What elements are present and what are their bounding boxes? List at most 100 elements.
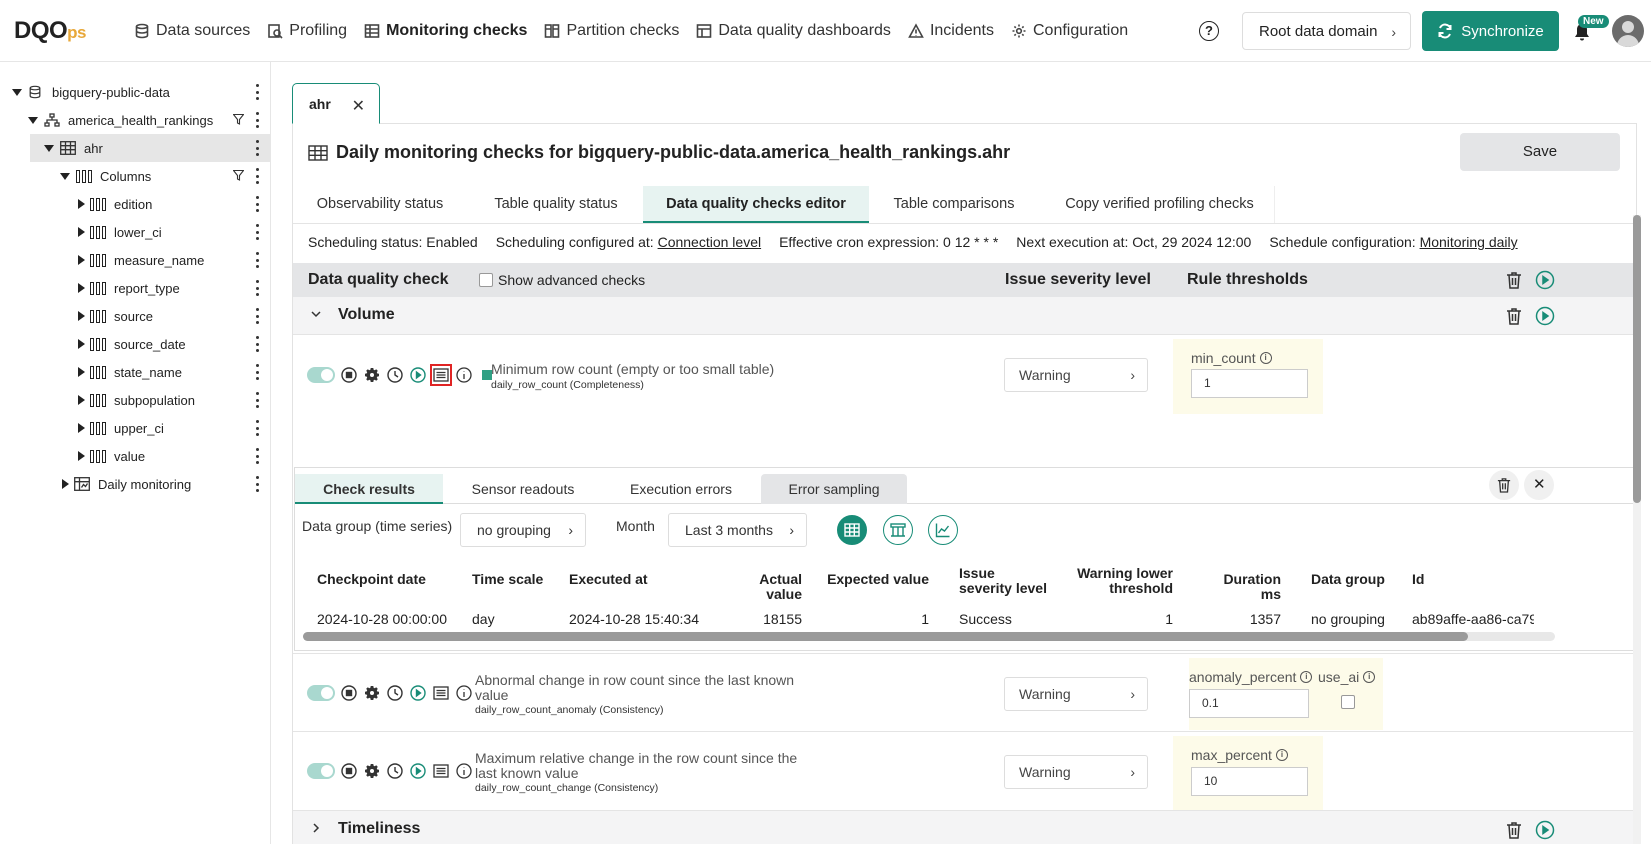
expand-triangle-icon[interactable] xyxy=(78,339,85,349)
nav-configuration[interactable]: Configuration xyxy=(1011,22,1128,40)
run-check-icon[interactable] xyxy=(409,762,427,780)
stop-icon[interactable] xyxy=(340,684,358,702)
kebab-menu-icon[interactable] xyxy=(256,140,260,156)
run-checks-icon[interactable] xyxy=(1535,820,1555,840)
results-list-icon[interactable] xyxy=(432,684,450,702)
info-icon[interactable] xyxy=(455,366,473,384)
kebab-menu-icon[interactable] xyxy=(256,252,260,268)
expand-triangle-icon[interactable] xyxy=(28,116,38,124)
timeline-view-button[interactable] xyxy=(883,515,913,545)
stop-icon[interactable] xyxy=(340,366,358,384)
enable-toggle[interactable] xyxy=(307,763,335,779)
connection-level-link[interactable]: Connection level xyxy=(658,234,762,250)
show-advanced-checks[interactable]: Show advanced checks xyxy=(479,272,645,288)
kebab-menu-icon[interactable] xyxy=(256,420,260,436)
severity-selector[interactable]: Warning › xyxy=(1004,677,1148,711)
tree-table-ahr[interactable]: ahr xyxy=(30,134,270,162)
expand-triangle-icon[interactable] xyxy=(12,88,22,96)
trash-icon[interactable] xyxy=(1506,821,1522,839)
nav-dashboards[interactable]: Data quality dashboards xyxy=(696,22,891,40)
results-list-icon[interactable] xyxy=(432,762,450,780)
severity-selector[interactable]: Warning › xyxy=(1004,358,1148,392)
table-view-button[interactable] xyxy=(837,515,867,545)
monitoring-daily-link[interactable]: Monitoring daily xyxy=(1420,234,1518,250)
expand-triangle-icon[interactable] xyxy=(78,199,85,209)
kebab-menu-icon[interactable] xyxy=(256,336,260,352)
run-check-icon[interactable] xyxy=(409,684,427,702)
data-group-dropdown[interactable]: no grouping › xyxy=(460,513,586,547)
kebab-menu-icon[interactable] xyxy=(256,84,260,100)
kebab-menu-icon[interactable] xyxy=(256,168,260,184)
tab-table-comparisons[interactable]: Table comparisons xyxy=(881,186,1027,223)
editor-tab-ahr[interactable]: ahr ✕ xyxy=(292,83,380,124)
filter-icon[interactable] xyxy=(233,114,244,125)
synchronize-button[interactable]: Synchronize xyxy=(1422,11,1559,51)
kebab-menu-icon[interactable] xyxy=(256,224,260,240)
dqops-logo[interactable]: DQOps xyxy=(14,17,87,45)
nav-profiling[interactable]: Profiling xyxy=(267,22,347,40)
tree-column[interactable]: source xyxy=(0,302,270,330)
tree-schema[interactable]: america_health_rankings xyxy=(0,106,270,134)
settings-icon[interactable] xyxy=(363,684,381,702)
kebab-menu-icon[interactable] xyxy=(256,196,260,212)
info-icon[interactable] xyxy=(455,762,473,780)
enable-toggle[interactable] xyxy=(307,367,335,383)
data-domain-selector[interactable]: Root data domain › xyxy=(1242,12,1411,50)
expand-triangle-icon[interactable] xyxy=(78,395,85,405)
tab-check-results[interactable]: Check results xyxy=(295,474,443,504)
tab-execution-errors[interactable]: Execution errors xyxy=(611,474,751,504)
chevron-down-icon[interactable] xyxy=(311,309,321,319)
severity-selector[interactable]: Warning › xyxy=(1004,755,1148,789)
clock-icon[interactable] xyxy=(386,366,404,384)
month-dropdown[interactable]: Last 3 months › xyxy=(668,513,807,547)
tab-sensor-readouts[interactable]: Sensor readouts xyxy=(453,474,593,504)
close-results-button[interactable]: ✕ xyxy=(1524,470,1554,500)
tab-copy-profiling-checks[interactable]: Copy verified profiling checks xyxy=(1045,186,1275,223)
tree-column[interactable]: upper_ci xyxy=(0,414,270,442)
nav-incidents[interactable]: Incidents xyxy=(908,22,994,40)
close-icon[interactable]: ✕ xyxy=(352,96,365,116)
tab-observability-status[interactable]: Observability status xyxy=(309,186,451,223)
chevron-right-icon[interactable] xyxy=(311,823,321,833)
max-percent-input[interactable]: 10 xyxy=(1191,767,1308,796)
kebab-menu-icon[interactable] xyxy=(256,112,260,128)
expand-triangle-icon[interactable] xyxy=(44,144,54,152)
clock-icon[interactable] xyxy=(386,762,404,780)
expand-triangle-icon[interactable] xyxy=(78,283,85,293)
advanced-checkbox[interactable] xyxy=(479,273,493,287)
enable-toggle[interactable] xyxy=(307,685,335,701)
expand-triangle-icon[interactable] xyxy=(78,311,85,321)
tree-columns-folder[interactable]: Columns xyxy=(0,162,270,190)
tree-column[interactable]: measure_name xyxy=(0,246,270,274)
kebab-menu-icon[interactable] xyxy=(256,392,260,408)
info-icon[interactable] xyxy=(455,684,473,702)
clock-icon[interactable] xyxy=(386,684,404,702)
run-checks-icon[interactable] xyxy=(1535,306,1555,326)
tree-connection[interactable]: bigquery-public-data xyxy=(0,78,270,106)
tree-daily-monitoring[interactable]: Daily monitoring xyxy=(0,470,270,498)
vertical-scrollbar[interactable] xyxy=(1633,215,1641,844)
tree-column[interactable]: state_name xyxy=(0,358,270,386)
run-check-icon[interactable] xyxy=(409,366,427,384)
tree-column[interactable]: source_date xyxy=(0,330,270,358)
kebab-menu-icon[interactable] xyxy=(256,280,260,296)
kebab-menu-icon[interactable] xyxy=(256,476,260,492)
expand-triangle-icon[interactable] xyxy=(60,172,70,180)
tree-column[interactable]: value xyxy=(0,442,270,470)
expand-triangle-icon[interactable] xyxy=(78,367,85,377)
tree-column[interactable]: lower_ci xyxy=(0,218,270,246)
expand-triangle-icon[interactable] xyxy=(78,451,85,461)
tree-column[interactable]: edition xyxy=(0,190,270,218)
group-volume[interactable]: Volume xyxy=(293,297,1636,335)
tab-table-quality-status[interactable]: Table quality status xyxy=(479,186,633,223)
kebab-menu-icon[interactable] xyxy=(256,448,260,464)
nav-monitoring-checks[interactable]: Monitoring checks xyxy=(364,22,527,40)
save-button[interactable]: Save xyxy=(1460,133,1620,171)
tab-error-sampling[interactable]: Error sampling xyxy=(761,474,907,504)
filter-icon[interactable] xyxy=(233,170,244,181)
kebab-menu-icon[interactable] xyxy=(256,364,260,380)
delete-results-button[interactable] xyxy=(1489,470,1519,500)
trash-icon[interactable] xyxy=(1506,271,1522,289)
results-list-icon[interactable] xyxy=(430,364,452,386)
anomaly-percent-input[interactable]: 0.1 xyxy=(1189,689,1309,718)
